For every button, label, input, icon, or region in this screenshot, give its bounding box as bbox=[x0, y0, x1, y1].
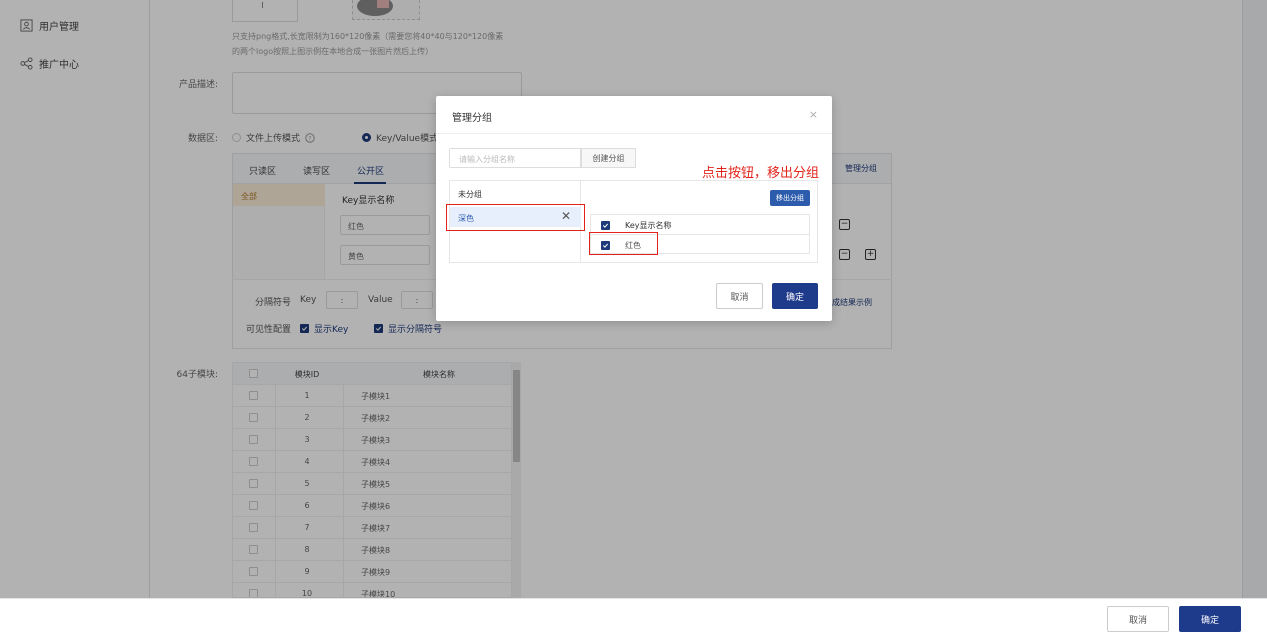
modal-divider bbox=[436, 133, 832, 134]
modal-confirm-button[interactable]: 确定 bbox=[772, 283, 818, 309]
create-group-button[interactable]: 创建分组 bbox=[581, 148, 636, 168]
annotation-highlight-group bbox=[446, 204, 585, 231]
page-footer: 取消 确定 bbox=[0, 598, 1267, 640]
close-icon[interactable]: × bbox=[809, 108, 818, 121]
footer-confirm-button[interactable]: 确定 bbox=[1179, 606, 1241, 632]
modal-title: 管理分组 bbox=[452, 113, 492, 124]
checkbox-checked-icon[interactable] bbox=[601, 221, 610, 230]
group-name-input[interactable]: 请输入分组名称 bbox=[449, 148, 581, 168]
key-table-header-label: Key显示名称 bbox=[625, 221, 672, 230]
annotation-text: 点击按钮，移出分组 bbox=[702, 166, 820, 181]
remove-group-button[interactable]: 移出分组 bbox=[770, 190, 810, 206]
modal-cancel-button[interactable]: 取消 bbox=[716, 283, 763, 309]
manage-group-modal: 管理分组 × 请输入分组名称 创建分组 点击按钮，移出分组 未分组 深色 ✕ 移… bbox=[436, 96, 832, 321]
group-item-ungrouped[interactable]: 未分组 bbox=[458, 189, 482, 200]
annotation-highlight-row bbox=[589, 232, 658, 255]
footer-cancel-button[interactable]: 取消 bbox=[1107, 606, 1169, 632]
